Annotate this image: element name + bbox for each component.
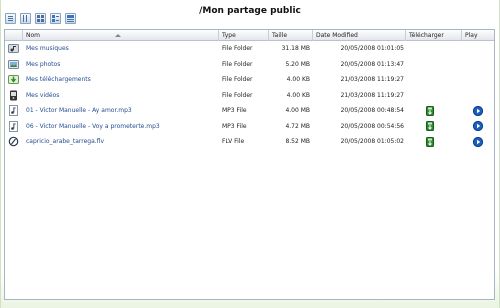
file-type: File Folder <box>222 60 253 68</box>
file-date-modified: 20/05/2008 01:13:47 <box>340 60 404 68</box>
table-row[interactable]: 01 - Victor Manuelle - Ay amor.mp3 MP3 Fi… <box>5 103 494 119</box>
file-name-link[interactable]: 06 - Victor Manuelle - Voy a prometerte.… <box>23 123 219 130</box>
file-date-modified: 21/03/2008 11:19:27 <box>340 91 404 99</box>
view-columns-icon[interactable] <box>20 13 31 24</box>
table-row[interactable]: Mes téléchargements File Folder 4.00 KB 21/… <box>5 72 494 88</box>
file-type: MP3 File <box>222 122 247 130</box>
file-name-link[interactable]: 01 - Victor Manuelle - Ay amor.mp3 <box>23 107 219 114</box>
file-name-link[interactable]: Mes musiques <box>23 45 219 52</box>
download-icon[interactable] <box>426 105 434 116</box>
file-size: 5.20 MB <box>285 60 310 68</box>
video-folder-icon <box>5 88 23 104</box>
mp3-file-icon <box>5 103 23 119</box>
header-telecharger[interactable]: Télécharger <box>406 30 462 41</box>
view-icons-icon[interactable] <box>50 13 61 24</box>
play-icon[interactable] <box>473 121 483 132</box>
file-grid: Nom Type Taille Date Modified Télécharge… <box>4 29 495 300</box>
file-date-modified: 20/05/2008 00:54:56 <box>340 122 404 130</box>
file-size: 4.00 KB <box>286 91 310 99</box>
file-size: 4.72 MB <box>285 122 310 130</box>
file-type: File Folder <box>222 76 253 84</box>
table-row[interactable]: 06 - Victor Manuelle - Voy a prometerte.… <box>5 119 494 135</box>
grid-rows: Mes musiques File Folder 31.18 MB 20/05/200… <box>5 41 494 150</box>
download-icon[interactable] <box>426 136 434 147</box>
photo-folder-icon <box>5 57 23 73</box>
file-size: 4.00 MB <box>285 107 310 115</box>
play-icon[interactable] <box>473 136 483 147</box>
header-date-modified[interactable]: Date Modified <box>313 30 406 41</box>
file-date-modified: 20/05/2008 01:01:05 <box>340 45 404 53</box>
grid-header: Nom Type Taille Date Modified Télécharge… <box>5 30 494 41</box>
table-row[interactable]: Mes vidéos File Folder 4.00 KB 21/03/2008 1… <box>5 88 494 104</box>
file-date-modified: 20/05/2008 01:05:02 <box>340 138 404 146</box>
table-row[interactable]: Mes musiques File Folder 31.18 MB 20/05/200… <box>5 41 494 57</box>
file-name-link[interactable]: Mes téléchargements <box>23 76 219 83</box>
view-thumbnails-icon[interactable] <box>35 13 46 24</box>
file-type: File Folder <box>222 45 253 53</box>
header-nom-label: Nom <box>26 32 41 39</box>
file-date-modified: 21/03/2008 11:19:27 <box>340 76 404 84</box>
file-date-modified: 20/05/2008 00:48:54 <box>340 107 404 115</box>
header-type[interactable]: Type <box>219 30 269 41</box>
header-nom[interactable]: Nom <box>23 30 219 41</box>
downloads-folder-icon <box>5 72 23 88</box>
download-icon[interactable] <box>426 121 434 132</box>
file-name-link[interactable]: Mes photos <box>23 61 219 68</box>
file-type: MP3 File <box>222 107 247 115</box>
flv-file-icon <box>5 134 23 150</box>
table-row[interactable]: Mes photos File Folder 5.20 MB 20/05/2008 0… <box>5 57 494 73</box>
view-toolbar <box>5 13 76 25</box>
table-row[interactable]: capricio_arabe_tarrega.flv FLV File 8.52 M… <box>5 134 494 150</box>
file-type: FLV File <box>222 138 245 146</box>
header-play[interactable]: Play <box>462 30 494 41</box>
view-list-icon[interactable] <box>5 13 16 24</box>
file-size: 8.52 MB <box>285 138 310 146</box>
header-icon-column <box>5 30 23 41</box>
sort-ascending-icon <box>115 34 121 37</box>
mp3-file-icon <box>5 119 23 135</box>
file-size: 4.00 KB <box>286 76 310 84</box>
music-folder-icon <box>5 41 23 57</box>
file-type: File Folder <box>222 91 253 99</box>
file-name-link[interactable]: Mes vidéos <box>23 92 219 99</box>
view-details-icon[interactable] <box>65 13 76 24</box>
file-size: 31.18 MB <box>281 45 310 53</box>
header-taille[interactable]: Taille <box>269 30 313 41</box>
file-name-link[interactable]: capricio_arabe_tarrega.flv <box>23 138 219 145</box>
play-icon[interactable] <box>473 105 483 116</box>
